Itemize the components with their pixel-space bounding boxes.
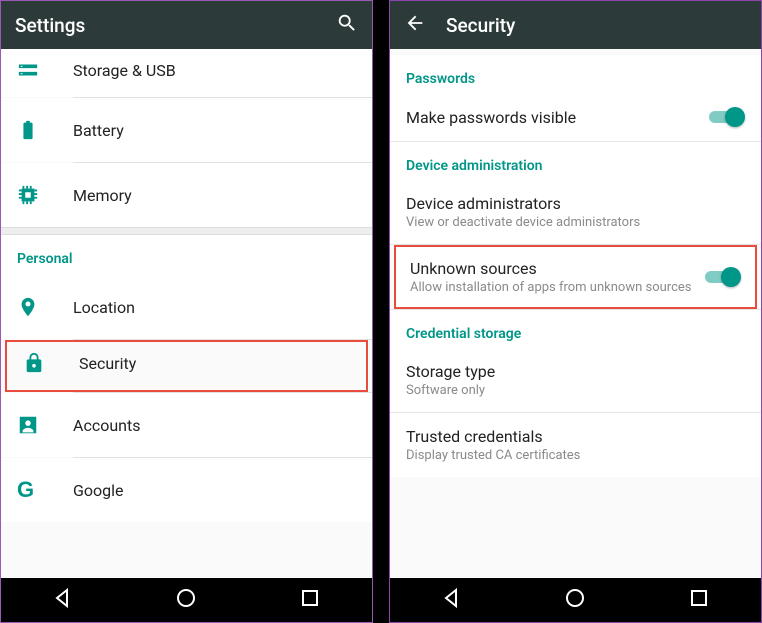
security-screen: Security Passwords Make passwords visibl… [389, 0, 762, 623]
memory-icon [17, 184, 73, 206]
list-item-label: Google [73, 481, 124, 500]
appbar: Security [390, 1, 761, 49]
search-icon[interactable] [336, 12, 358, 38]
list-item-google[interactable]: G Google [1, 458, 372, 522]
row-title: Make passwords visible [406, 108, 697, 127]
row-subtitle: View or deactivate device administrators [406, 215, 745, 230]
row-title: Storage type [406, 362, 745, 381]
highlight-unknown-sources: Unknown sources Allow installation of ap… [394, 245, 757, 309]
toggle-unknown-sources[interactable] [705, 267, 741, 287]
settings-list[interactable]: Storage & USB Battery Memory Personal Lo… [1, 49, 372, 578]
android-navbar [390, 578, 761, 622]
appbar-title: Security [446, 14, 747, 37]
list-item-label: Location [73, 298, 135, 317]
list-item-label: Memory [73, 186, 132, 205]
back-nav-icon[interactable] [440, 586, 464, 614]
appbar-title: Settings [15, 14, 316, 37]
lock-icon [23, 352, 79, 374]
battery-icon [17, 119, 73, 141]
settings-screen: Settings Storage & USB Battery Memory [0, 0, 373, 623]
home-nav-icon[interactable] [563, 586, 587, 614]
row-subtitle: Software only [406, 383, 745, 398]
storage-icon [17, 59, 73, 81]
row-storage-type[interactable]: Storage type Software only [390, 348, 761, 412]
list-item-security[interactable]: Security [7, 342, 366, 390]
row-subtitle: Allow installation of apps from unknown … [410, 280, 693, 295]
section-credential-storage: Credential storage [390, 310, 761, 348]
list-item-location[interactable]: Location [1, 275, 372, 339]
location-icon [17, 296, 73, 318]
list-item-storage[interactable]: Storage & USB [1, 49, 372, 97]
section-divider [1, 227, 372, 235]
android-navbar [1, 578, 372, 622]
security-list[interactable]: Passwords Make passwords visible Device … [390, 49, 761, 578]
recent-nav-icon[interactable] [687, 586, 711, 614]
recent-nav-icon[interactable] [298, 586, 322, 614]
toggle-passwords-visible[interactable] [709, 107, 745, 127]
home-nav-icon[interactable] [174, 586, 198, 614]
row-title: Device administrators [406, 194, 745, 213]
back-icon[interactable] [404, 12, 426, 38]
highlight-security: Security [5, 340, 368, 392]
account-icon [17, 414, 73, 436]
list-item-memory[interactable]: Memory [1, 163, 372, 227]
appbar: Settings [1, 1, 372, 49]
row-unknown-sources[interactable]: Unknown sources Allow installation of ap… [396, 247, 755, 307]
category-personal: Personal [1, 235, 372, 275]
row-subtitle: Display trusted CA certificates [406, 448, 745, 463]
list-item-label: Battery [73, 121, 124, 140]
google-icon: G [17, 477, 73, 503]
row-make-passwords-visible[interactable]: Make passwords visible [390, 93, 761, 141]
list-item-battery[interactable]: Battery [1, 98, 372, 162]
list-item-label: Security [79, 354, 136, 373]
list-item-label: Storage & USB [73, 61, 176, 80]
row-title: Unknown sources [410, 259, 693, 278]
section-device-admin: Device administration [390, 142, 761, 180]
row-device-admins[interactable]: Device administrators View or deactivate… [390, 180, 761, 244]
list-item-accounts[interactable]: Accounts [1, 393, 372, 457]
section-passwords: Passwords [390, 55, 761, 93]
row-title: Trusted credentials [406, 427, 745, 446]
back-nav-icon[interactable] [51, 586, 75, 614]
list-item-label: Accounts [73, 416, 140, 435]
row-trusted-credentials[interactable]: Trusted credentials Display trusted CA c… [390, 413, 761, 477]
